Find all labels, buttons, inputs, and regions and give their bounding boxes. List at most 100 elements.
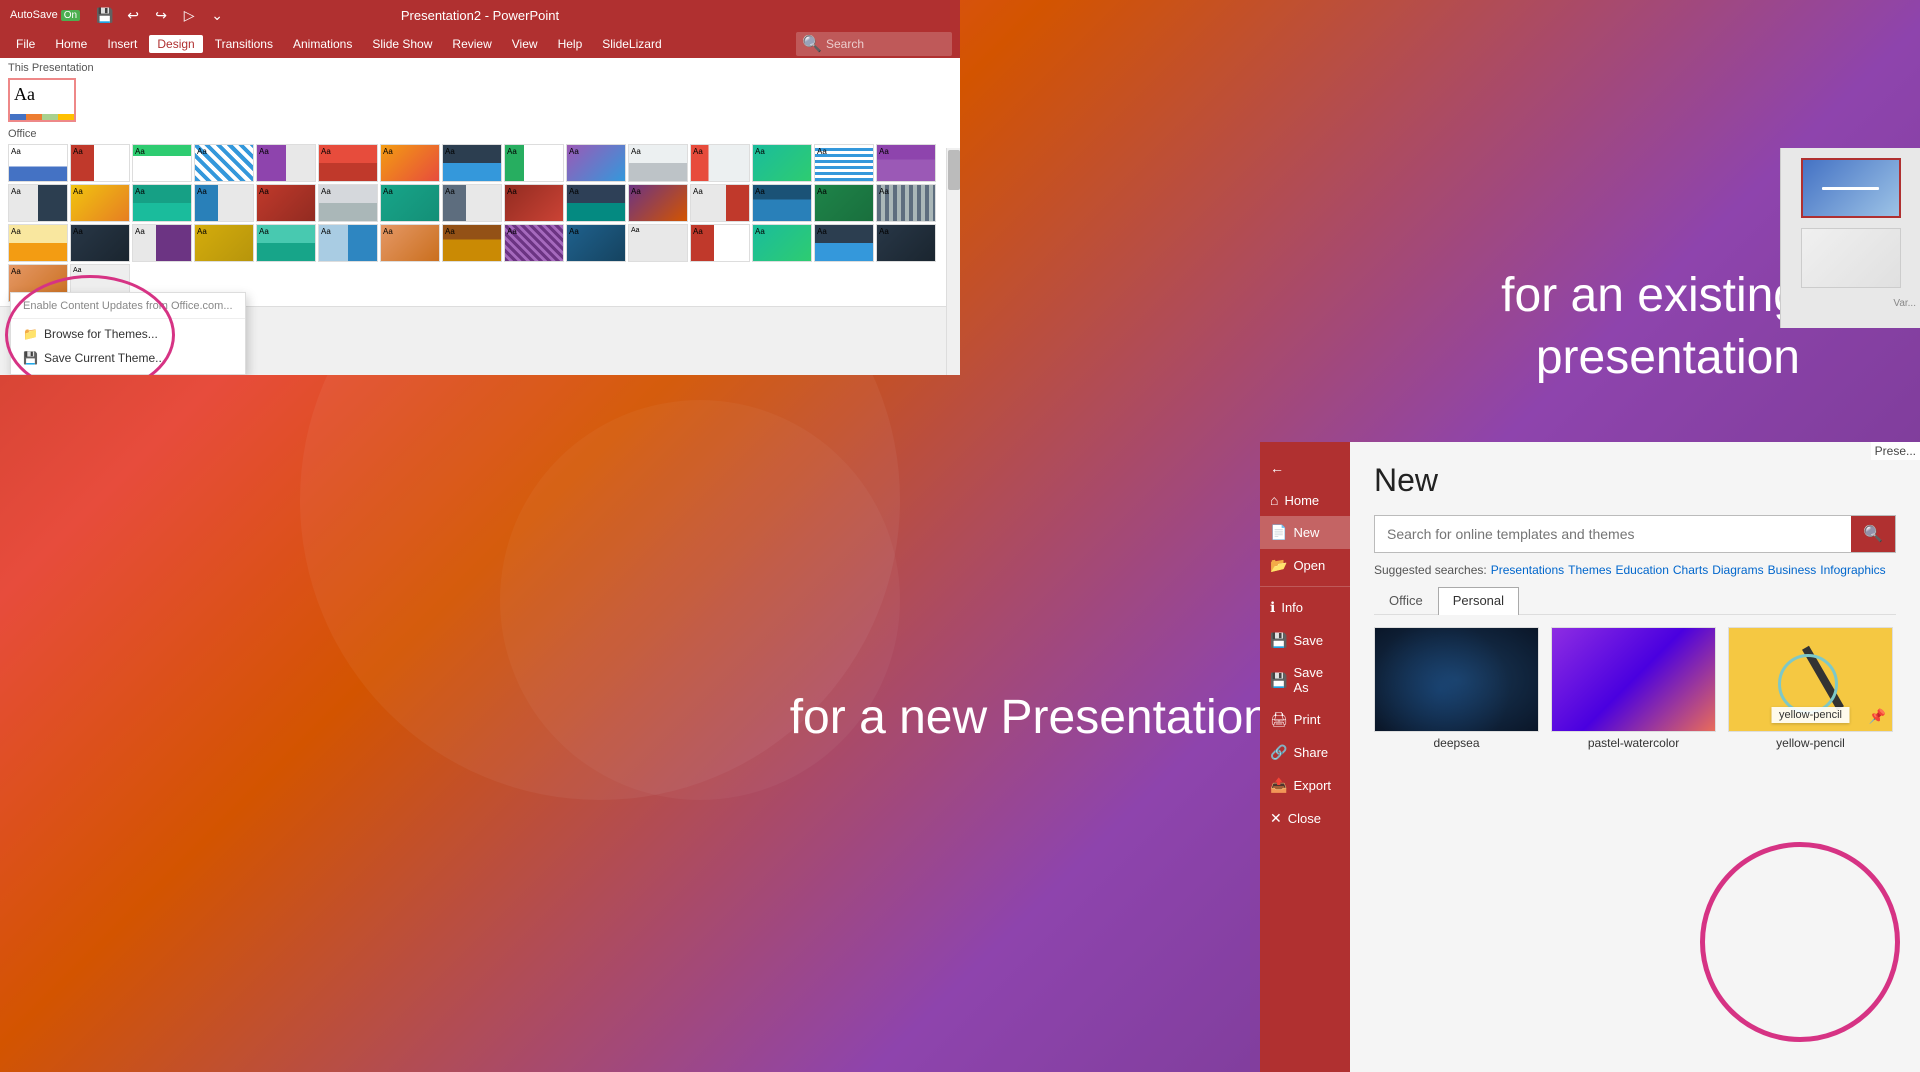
menu-slidelizard[interactable]: SlideLizard — [594, 35, 669, 53]
scrollbar[interactable] — [946, 148, 960, 375]
present-icon[interactable]: ▷ — [178, 4, 200, 26]
pastel-thumb — [1551, 627, 1716, 732]
slide-thumb-2[interactable] — [1801, 228, 1901, 288]
current-theme-item[interactable]: Aa — [8, 78, 76, 122]
suggested-business[interactable]: Business — [1768, 563, 1817, 577]
slide-thumbnail-panel: Var... — [1780, 148, 1920, 328]
slide-thumb-1[interactable] — [1801, 158, 1901, 218]
theme-42[interactable]: Aa — [690, 224, 750, 262]
suggested-presentations[interactable]: Presentations — [1491, 563, 1564, 577]
theme-19[interactable]: Aa — [194, 184, 254, 222]
menu-design[interactable]: Design — [149, 35, 202, 53]
menu-bar: File Home Insert Design Transitions Anim… — [0, 30, 960, 58]
theme-grid: Aa Aa Aa Aa Aa Aa Aa Aa Aa Aa Aa Aa Aa A… — [8, 144, 952, 302]
theme-30[interactable]: Aa — [876, 184, 936, 222]
theme-40[interactable]: Aa — [566, 224, 626, 262]
theme-3[interactable]: Aa — [132, 144, 192, 182]
template-search-btn[interactable]: 🔍 — [1851, 516, 1895, 552]
theme-34[interactable]: Aa — [194, 224, 254, 262]
menu-home[interactable]: Home — [47, 35, 95, 53]
save-icon[interactable]: 💾 — [94, 4, 116, 26]
theme-10[interactable]: Aa — [566, 144, 626, 182]
menu-insert[interactable]: Insert — [99, 35, 145, 53]
theme-38[interactable]: Aa — [442, 224, 502, 262]
theme-31[interactable]: Aa — [8, 224, 68, 262]
suggested-charts[interactable]: Charts — [1673, 563, 1708, 577]
theme-9[interactable]: Aa — [504, 144, 564, 182]
theme-27[interactable]: Aa — [690, 184, 750, 222]
sidebar-open-btn[interactable]: 📂 Open — [1260, 549, 1350, 582]
theme-17[interactable]: Aa — [70, 184, 130, 222]
theme-5[interactable]: Aa — [256, 144, 316, 182]
sidebar-home-btn[interactable]: ⌂ Home — [1260, 484, 1350, 516]
tab-office[interactable]: Office — [1374, 587, 1438, 614]
pin-icon: 📌 — [1869, 708, 1886, 725]
suggested-education[interactable]: Education — [1616, 563, 1669, 577]
suggested-infographics[interactable]: Infographics — [1820, 563, 1885, 577]
menu-file[interactable]: File — [8, 35, 43, 53]
theme-45[interactable]: Aa — [876, 224, 936, 262]
theme-25[interactable]: Aa — [566, 184, 626, 222]
tab-personal[interactable]: Personal — [1438, 587, 1519, 615]
browse-themes-item[interactable]: 📁 Browse for Themes... — [11, 322, 245, 346]
theme-43[interactable]: Aa — [752, 224, 812, 262]
theme-26[interactable]: Aa — [628, 184, 688, 222]
redo-icon[interactable]: ↪ — [150, 4, 172, 26]
menu-search-input[interactable] — [826, 37, 946, 51]
theme-32[interactable]: Aa — [70, 224, 130, 262]
theme-11[interactable]: Aa — [628, 144, 688, 182]
sidebar-saveas-btn[interactable]: 💾 Save As — [1260, 657, 1350, 703]
more-icon[interactable]: ⌄ — [206, 4, 228, 26]
deepsea-thumb — [1374, 627, 1539, 732]
theme-37[interactable]: Aa — [380, 224, 440, 262]
new-presentation-panel: ← ⌂ Home 📄 New 📂 Open ℹ Info 💾 Save 💾 Sa… — [1260, 442, 1920, 1072]
theme-28[interactable]: Aa — [752, 184, 812, 222]
theme-7[interactable]: Aa — [380, 144, 440, 182]
sidebar-info-btn[interactable]: ℹ Info — [1260, 591, 1350, 624]
theme-33[interactable]: Aa — [132, 224, 192, 262]
theme-4[interactable]: Aa — [194, 144, 254, 182]
theme-22[interactable]: Aa — [380, 184, 440, 222]
theme-23[interactable]: Aa — [442, 184, 502, 222]
theme-41[interactable]: Aa — [628, 224, 688, 262]
menu-transitions[interactable]: Transitions — [207, 35, 281, 53]
template-pastel[interactable]: pastel-watercolor — [1551, 627, 1716, 750]
sidebar-back-btn[interactable]: ← — [1260, 452, 1350, 484]
menu-slideshow[interactable]: Slide Show — [364, 35, 440, 53]
menu-animations[interactable]: Animations — [285, 35, 360, 53]
menu-review[interactable]: Review — [444, 35, 499, 53]
menu-help[interactable]: Help — [550, 35, 591, 53]
save-theme-item[interactable]: 💾 Save Current Theme... — [11, 346, 245, 370]
theme-1[interactable]: Aa — [8, 144, 68, 182]
template-search-input[interactable] — [1375, 518, 1851, 550]
theme-24[interactable]: Aa — [504, 184, 564, 222]
undo-icon[interactable]: ↩ — [122, 4, 144, 26]
theme-8[interactable]: Aa — [442, 144, 502, 182]
theme-12[interactable]: Aa — [690, 144, 750, 182]
theme-20[interactable]: Aa — [256, 184, 316, 222]
suggested-themes[interactable]: Themes — [1568, 563, 1611, 577]
sidebar-export-btn[interactable]: 📤 Export — [1260, 769, 1350, 802]
theme-18[interactable]: Aa — [132, 184, 192, 222]
theme-16[interactable]: Aa — [8, 184, 68, 222]
theme-29[interactable]: Aa — [814, 184, 874, 222]
theme-21[interactable]: Aa — [318, 184, 378, 222]
theme-39[interactable]: Aa — [504, 224, 564, 262]
theme-36[interactable]: Aa — [318, 224, 378, 262]
menu-view[interactable]: View — [504, 35, 546, 53]
sidebar-close-btn[interactable]: ✕ Close — [1260, 802, 1350, 835]
suggested-diagrams[interactable]: Diagrams — [1712, 563, 1763, 577]
template-yellow-pencil[interactable]: yellow-pencil 📌 yellow-pencil — [1728, 627, 1893, 750]
sidebar-new-btn[interactable]: 📄 New — [1260, 516, 1350, 549]
theme-13[interactable]: Aa — [752, 144, 812, 182]
theme-44[interactable]: Aa — [814, 224, 874, 262]
theme-6[interactable]: Aa — [318, 144, 378, 182]
sidebar-share-btn[interactable]: 🔗 Share — [1260, 736, 1350, 769]
template-deepsea[interactable]: deepsea — [1374, 627, 1539, 750]
sidebar-save-btn[interactable]: 💾 Save — [1260, 624, 1350, 657]
theme-35[interactable]: Aa — [256, 224, 316, 262]
theme-15[interactable]: Aa — [876, 144, 936, 182]
theme-14[interactable]: Aa — [814, 144, 874, 182]
theme-2[interactable]: Aa — [70, 144, 130, 182]
sidebar-print-btn[interactable]: 🖨 Print — [1260, 703, 1350, 736]
